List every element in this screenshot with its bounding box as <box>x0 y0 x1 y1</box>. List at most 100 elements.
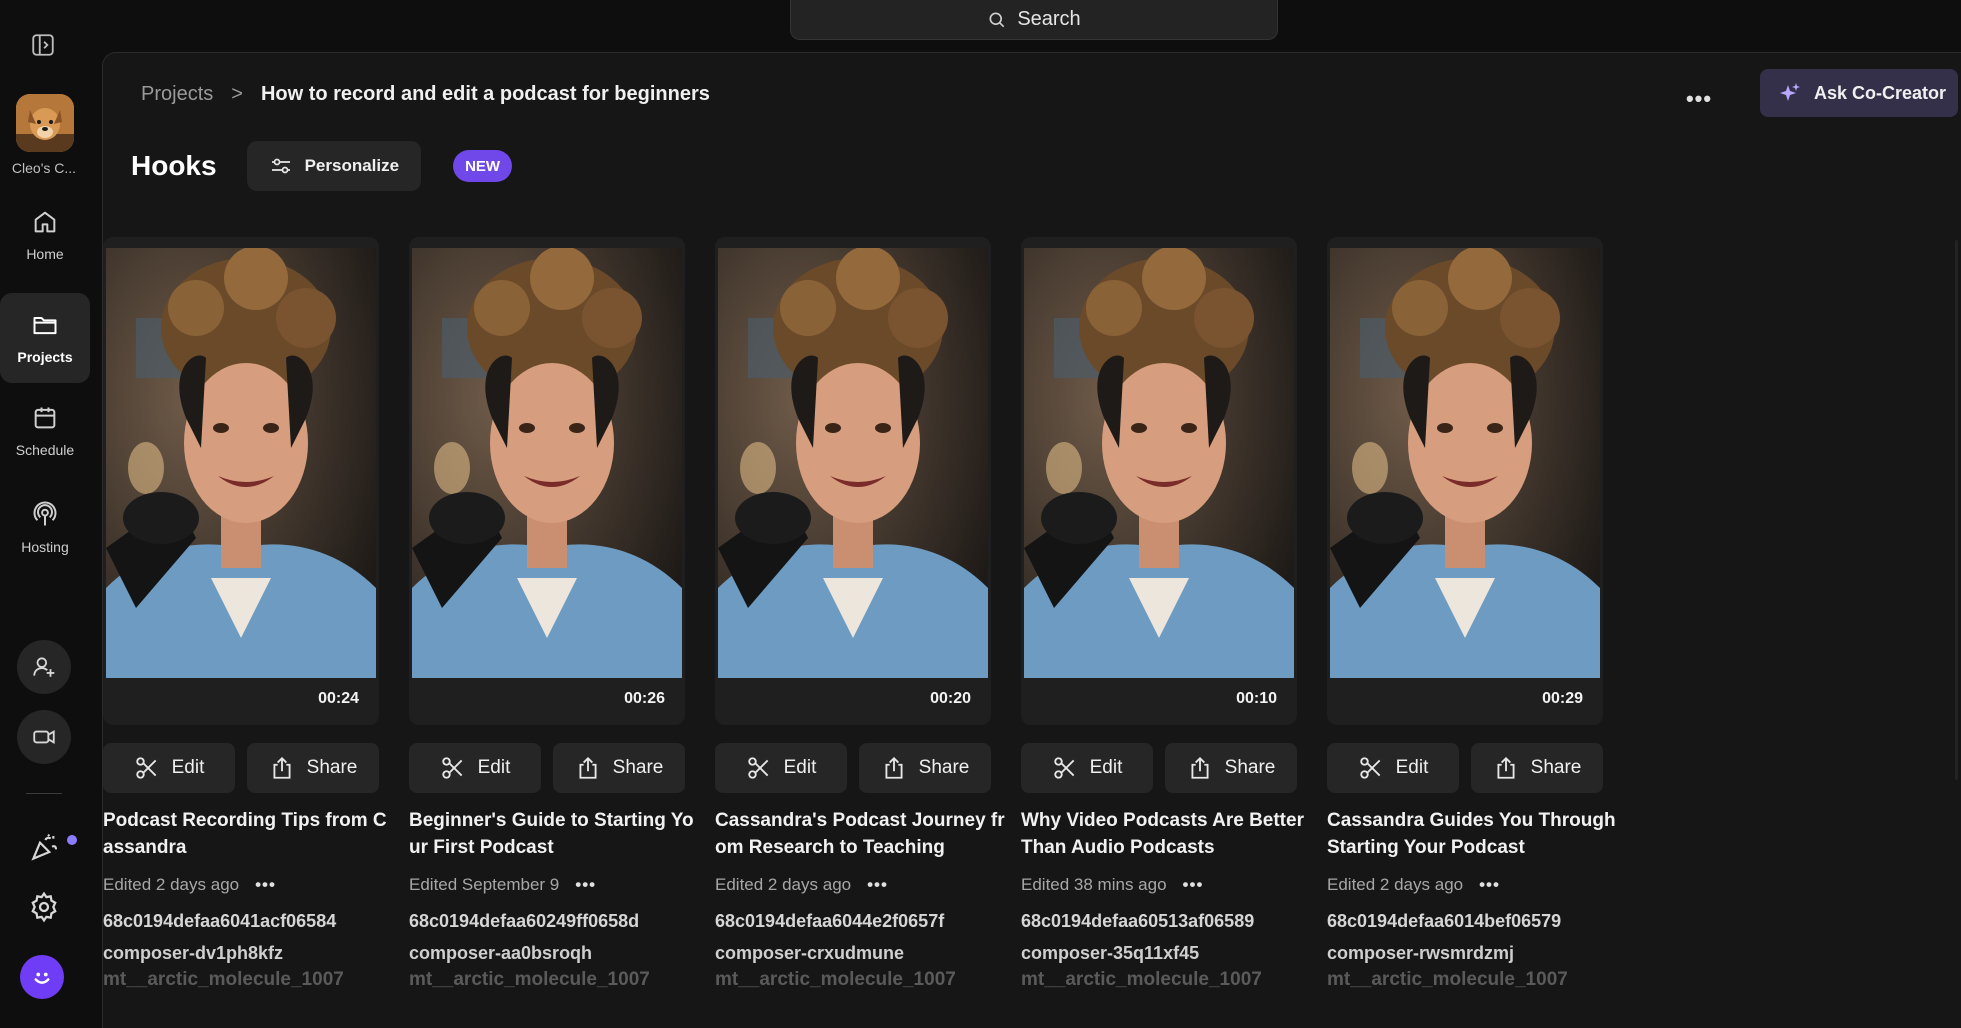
hook-meta: Edited September 9 ••• <box>409 875 596 895</box>
settings-button[interactable] <box>26 889 62 925</box>
app-window: Search Cleo's C... Home Projects Schedul… <box>0 0 1961 1028</box>
sidebar-item-label: Home <box>26 246 64 262</box>
edited-time: Edited September 9 <box>409 875 560 894</box>
share-button[interactable]: Share <box>859 743 991 793</box>
video-thumbnail-frame[interactable]: 00:10 <box>1021 237 1297 725</box>
mt-id: mt__arctic_molecule_1007 <box>1327 969 1568 990</box>
card-more-button[interactable]: ••• <box>867 875 888 895</box>
share-icon <box>1191 756 1209 779</box>
share-label: Share <box>612 757 664 778</box>
breadcrumb: Projects > How to record and edit a podc… <box>141 83 710 106</box>
podcast-icon <box>33 501 57 526</box>
hook-title[interactable]: Cassandra's Podcast Journey from Researc… <box>715 807 1005 861</box>
sidebar-toggle-icon[interactable] <box>30 32 56 58</box>
record-video-button[interactable] <box>17 710 71 764</box>
add-user-icon <box>33 657 55 677</box>
mt-id: mt__arctic_molecule_1007 <box>715 969 956 990</box>
new-badge: NEW <box>453 150 513 182</box>
hook-title[interactable]: Podcast Recording Tips from Cassandra <box>103 807 393 861</box>
woman-podcaster-thumbnail <box>718 248 988 678</box>
card-more-button[interactable]: ••• <box>575 875 596 895</box>
hook-meta: Edited 38 mins ago ••• <box>1021 875 1203 895</box>
more-options-button[interactable]: ••• <box>1681 81 1717 117</box>
workspace-avatar[interactable] <box>16 94 74 152</box>
video-thumbnail[interactable] <box>106 248 376 678</box>
edit-button[interactable]: Edit <box>409 743 541 793</box>
share-button[interactable]: Share <box>247 743 379 793</box>
gear-icon <box>31 891 57 923</box>
user-avatar[interactable] <box>20 955 64 999</box>
hook-id: 68c0194defaa6041acf06584 <box>103 911 337 931</box>
edited-time: Edited 2 days ago <box>103 875 240 894</box>
woman-podcaster-thumbnail <box>1024 248 1294 678</box>
section-header: Hooks Personalize NEW <box>131 141 513 191</box>
personalize-label: Personalize <box>304 156 400 175</box>
sidebar-item-label: Hosting <box>21 539 69 555</box>
mt-id: mt__arctic_molecule_1007 <box>409 969 650 990</box>
share-label: Share <box>1224 757 1276 778</box>
smiley-icon <box>34 972 50 984</box>
video-duration: 00:26 <box>624 690 665 707</box>
search-icon <box>989 12 1005 27</box>
sidebar-item-hosting[interactable]: Hosting <box>0 483 90 573</box>
share-icon <box>579 756 597 779</box>
edit-label: Edit <box>1395 757 1429 778</box>
hook-id: 68c0194defaa60513af06589 <box>1021 911 1255 931</box>
video-thumbnail-frame[interactable]: 00:26 <box>409 237 685 725</box>
share-label: Share <box>918 757 970 778</box>
mt-id: mt__arctic_molecule_1007 <box>103 969 344 990</box>
video-thumbnail-frame[interactable]: 00:24 <box>103 237 379 725</box>
folder-icon <box>33 317 57 335</box>
share-label: Share <box>1530 757 1582 778</box>
breadcrumb-separator: > <box>231 83 243 105</box>
edit-button[interactable]: Edit <box>103 743 235 793</box>
edit-button[interactable]: Edit <box>1021 743 1153 793</box>
card-more-button[interactable]: ••• <box>255 875 276 895</box>
share-button[interactable]: Share <box>553 743 685 793</box>
breadcrumb-current: How to record and edit a podcast for beg… <box>260 83 710 105</box>
video-thumbnail[interactable] <box>1330 248 1600 678</box>
breadcrumb-projects[interactable]: Projects <box>141 83 213 106</box>
scrollbar[interactable] <box>1955 240 1958 780</box>
scissors-icon <box>1359 757 1380 779</box>
scissors-icon <box>1053 757 1074 779</box>
composer-id: composer-dv1ph8kfz <box>103 943 284 963</box>
sidebar-item-home[interactable]: Home <box>0 190 90 280</box>
video-duration: 00:10 <box>1236 690 1277 707</box>
hook-title[interactable]: Cassandra Guides You Through Starting Yo… <box>1327 807 1617 861</box>
ask-cocreator-button[interactable]: Ask Co-Creator <box>1760 69 1958 117</box>
share-button[interactable]: Share <box>1471 743 1603 793</box>
hook-title[interactable]: Beginner's Guide to Starting Your First … <box>409 807 699 861</box>
whats-new-button[interactable] <box>26 830 62 866</box>
sidebar-item-projects[interactable]: Projects <box>0 293 90 383</box>
hook-meta: Edited 2 days ago ••• <box>1327 875 1500 895</box>
sidebar-item-schedule[interactable]: Schedule <box>0 386 90 476</box>
card-more-button[interactable]: ••• <box>1183 875 1204 895</box>
card-more-button[interactable]: ••• <box>1479 875 1500 895</box>
sliders-icon <box>271 158 290 174</box>
video-thumbnail[interactable] <box>412 248 682 678</box>
party-popper-icon <box>31 833 58 861</box>
share-icon <box>1497 756 1515 779</box>
video-thumbnail-frame[interactable]: 00:29 <box>1327 237 1603 725</box>
share-icon <box>273 756 291 779</box>
video-thumbnail[interactable] <box>718 248 988 678</box>
edited-time: Edited 2 days ago <box>715 875 852 894</box>
workspace-label: Cleo's C... <box>11 160 77 176</box>
edit-button[interactable]: Edit <box>715 743 847 793</box>
video-duration: 00:24 <box>318 690 359 707</box>
edited-time: Edited 2 days ago <box>1327 875 1464 894</box>
share-button[interactable]: Share <box>1165 743 1297 793</box>
dog-avatar-icon <box>16 94 74 152</box>
video-thumbnail[interactable] <box>1024 248 1294 678</box>
video-duration: 00:29 <box>1542 690 1583 707</box>
share-label: Share <box>306 757 358 778</box>
edit-button[interactable]: Edit <box>1327 743 1459 793</box>
video-thumbnail-frame[interactable]: 00:20 <box>715 237 991 725</box>
hook-title[interactable]: Why Video Podcasts Are Better Than Audio… <box>1021 807 1311 861</box>
composer-id: composer-aa0bsroqh <box>409 943 593 963</box>
invite-user-button[interactable] <box>17 640 71 694</box>
search-bar[interactable]: Search <box>790 0 1278 40</box>
scissors-icon <box>135 757 156 779</box>
personalize-button[interactable]: Personalize <box>246 141 422 191</box>
